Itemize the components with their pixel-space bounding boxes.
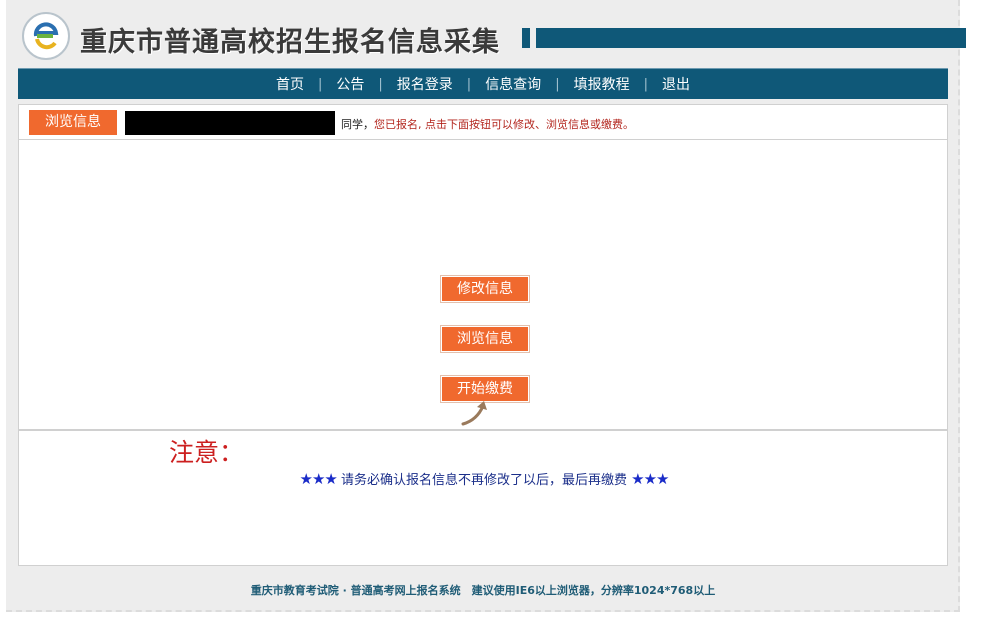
student-name-redacted <box>125 111 335 135</box>
page-frame: 重庆市普通高校招生报名信息采集 首页 | 公告 | 报名登录 | 信息查询 | … <box>6 0 966 612</box>
curved-arrow-icon <box>459 398 499 428</box>
title-bar-accent <box>522 28 530 48</box>
classmate-label: 同学， <box>341 118 374 131</box>
site-title: 重庆市普通高校招生报名信息采集 <box>80 27 500 58</box>
stars-right: ★★★ <box>631 470 669 488</box>
browse-info-tag: 浏览信息 <box>29 110 117 135</box>
modify-info-button[interactable]: 修改信息 <box>441 276 529 302</box>
title-bar <box>536 28 966 48</box>
status-message: 同学，您已报名, 点击下面按钮可以修改、浏览信息或缴费。 <box>341 116 634 132</box>
nav-home[interactable]: 首页 <box>262 74 318 94</box>
header: 重庆市普通高校招生报名信息采集 <box>16 10 966 66</box>
nav-tutorial[interactable]: 填报教程 <box>560 74 644 94</box>
e-logo-icon <box>22 12 70 60</box>
nav-info-query[interactable]: 信息查询 <box>471 74 555 94</box>
nav-announcement[interactable]: 公告 <box>322 74 378 94</box>
nav-registration-login[interactable]: 报名登录 <box>383 74 467 94</box>
notice-message: ★★★ 请务必确认报名信息不再修改了以后，最后再缴费 ★★★ <box>19 469 949 488</box>
nav-logout[interactable]: 退出 <box>648 74 704 94</box>
footer: 重庆市教育考试院 · 普通高考网上报名系统 建议使用IE6以上浏览器，分辨率10… <box>250 584 716 597</box>
notice-text: 请务必确认报名信息不再修改了以后，最后再缴费 <box>340 473 627 488</box>
action-panel: 修改信息 浏览信息 开始缴费 <box>18 140 948 430</box>
stars-left: ★★★ <box>299 470 338 488</box>
registered-message: 您已报名, 点击下面按钮可以修改、浏览信息或缴费。 <box>374 118 634 131</box>
main-nav: 首页 | 公告 | 报名登录 | 信息查询 | 填报教程 | 退出 <box>18 68 948 99</box>
browse-info-button[interactable]: 浏览信息 <box>441 326 529 352</box>
notice-panel: 注意： ★★★ 请务必确认报名信息不再修改了以后，最后再缴费 ★★★ <box>18 430 948 566</box>
status-row: 浏览信息 同学，您已报名, 点击下面按钮可以修改、浏览信息或缴费。 <box>18 104 948 140</box>
notice-title: 注意： <box>169 438 245 467</box>
